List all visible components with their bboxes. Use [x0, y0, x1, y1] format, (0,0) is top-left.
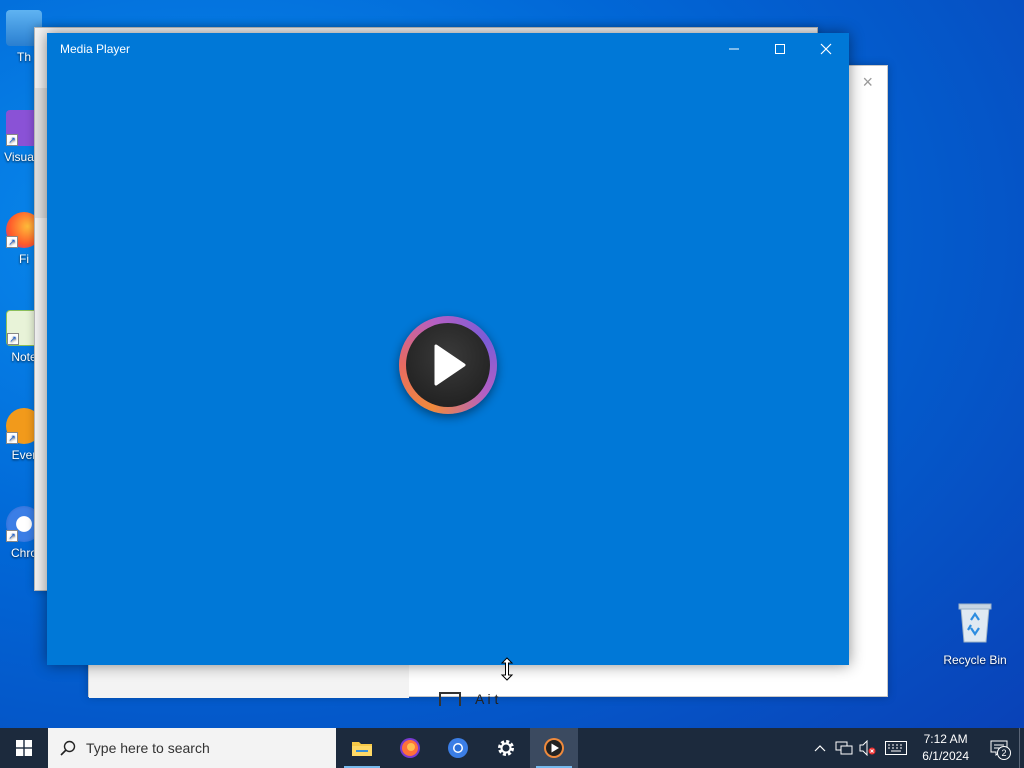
taskbar-file-explorer[interactable]	[338, 728, 386, 768]
start-button[interactable]	[0, 728, 48, 768]
taskbar-media-player[interactable]	[530, 728, 578, 768]
minimize-button[interactable]	[711, 33, 757, 65]
search-placeholder: Type here to search	[86, 740, 210, 756]
media-player-titlebar[interactable]: Media Player	[47, 33, 849, 65]
folder-icon	[352, 742, 372, 756]
taskbar-firefox[interactable]	[386, 728, 434, 768]
close-icon	[820, 43, 832, 55]
show-hidden-icons-button[interactable]	[808, 728, 832, 768]
chevron-up-icon	[814, 745, 826, 752]
taskbar-chrome[interactable]	[434, 728, 482, 768]
network-button[interactable]	[832, 728, 856, 768]
system-tray: 7:12 AM 6/1/2024 2	[808, 728, 1024, 768]
shortcut-arrow-icon: ↗	[6, 530, 18, 542]
show-desktop-button[interactable]	[1019, 728, 1024, 768]
desktop-icon-recycle-bin[interactable]: Recycle Bin	[940, 600, 1010, 667]
taskbar-clock[interactable]: 7:12 AM 6/1/2024	[912, 731, 979, 765]
volume-button[interactable]	[856, 728, 880, 768]
play-button[interactable]	[399, 316, 497, 414]
background-dialog-row-text: A i t	[475, 691, 499, 707]
minimize-icon	[729, 48, 739, 50]
maximize-icon	[775, 44, 785, 54]
taskbar: Type here to search 7:12 AM 6/1/2024 2	[0, 728, 1024, 768]
network-icon	[835, 741, 853, 755]
recycle-bin-icon	[958, 603, 992, 643]
gear-icon	[498, 740, 514, 756]
maximize-button[interactable]	[757, 33, 803, 65]
notification-count-badge: 2	[997, 746, 1011, 760]
keyboard-icon	[885, 741, 908, 755]
search-icon	[60, 740, 76, 756]
shortcut-arrow-icon: ↗	[6, 134, 18, 146]
recycle-bin-label: Recycle Bin	[943, 653, 1007, 667]
windows-logo-icon	[16, 740, 32, 756]
taskbar-settings[interactable]	[482, 728, 530, 768]
media-player-icon	[544, 738, 564, 758]
clock-date: 6/1/2024	[922, 749, 969, 763]
taskbar-search-box[interactable]: Type here to search	[48, 728, 336, 768]
action-center-button[interactable]: 2	[979, 728, 1019, 768]
background-dialog-row: A i t	[439, 691, 498, 707]
keyboard-button[interactable]	[880, 728, 912, 768]
resize-cursor-icon	[500, 657, 514, 681]
chrome-icon	[448, 738, 468, 758]
clock-time: 7:12 AM	[923, 732, 968, 746]
shortcut-arrow-icon: ↗	[6, 236, 18, 248]
close-icon[interactable]: ×	[862, 72, 873, 93]
window-title: Media Player	[60, 42, 131, 56]
close-button[interactable]	[803, 33, 849, 65]
play-button-inner	[406, 323, 490, 407]
play-icon	[434, 344, 466, 386]
background-window-sidebar	[35, 88, 47, 218]
volume-muted-icon	[859, 740, 876, 756]
media-player-window[interactable]: Media Player	[47, 33, 849, 665]
firefox-icon	[400, 738, 420, 758]
shortcut-arrow-icon: ↗	[6, 432, 18, 444]
checkbox-icon[interactable]	[439, 692, 461, 706]
shortcut-arrow-icon: ↗	[7, 333, 19, 345]
